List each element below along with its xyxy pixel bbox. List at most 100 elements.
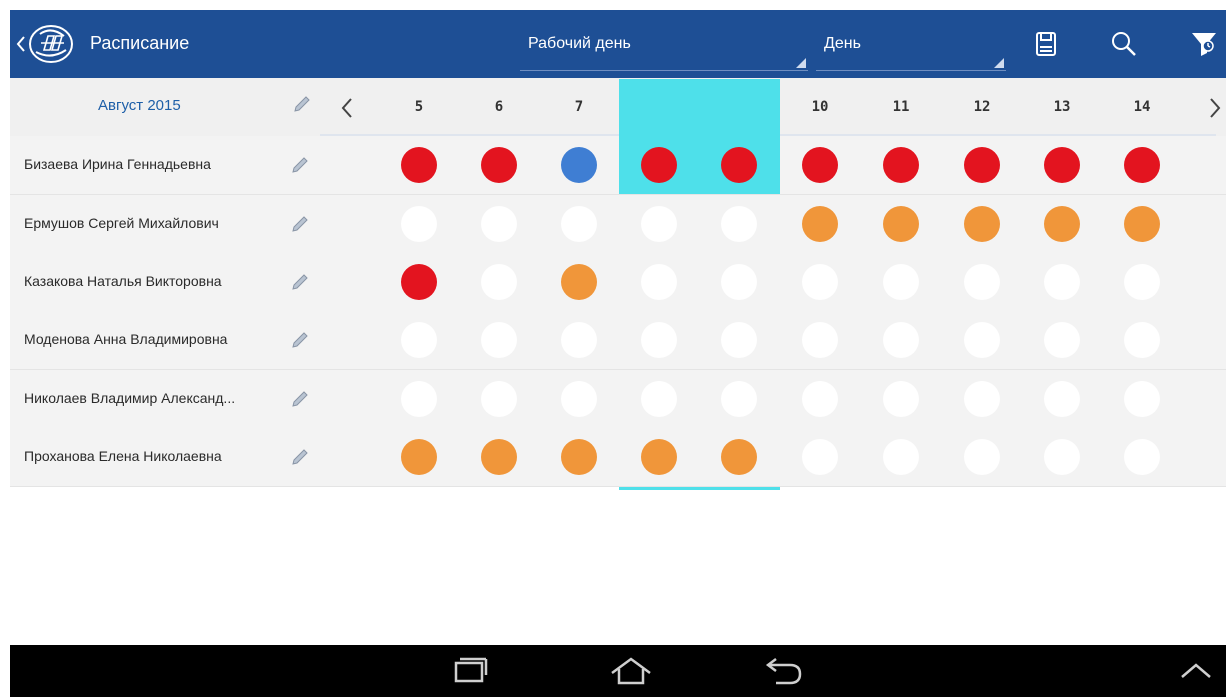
schedule-status-dot-white[interactable] xyxy=(1044,264,1080,300)
edit-employee-pencil-icon[interactable] xyxy=(290,214,310,234)
period-dropdown[interactable]: День xyxy=(816,28,1006,71)
schedule-status-dot-orange[interactable] xyxy=(401,439,437,475)
schedule-status-dot-white[interactable] xyxy=(1044,439,1080,475)
month-label: Август 2015 xyxy=(98,97,181,114)
schedule-status-dot-orange[interactable] xyxy=(802,206,838,242)
search-icon[interactable] xyxy=(1108,28,1140,60)
schedule-status-dot-orange[interactable] xyxy=(883,206,919,242)
schedule-status-dot-white[interactable] xyxy=(401,381,437,417)
prev-days-icon[interactable] xyxy=(340,96,354,120)
schedule-status-dot-red[interactable] xyxy=(401,147,437,183)
schedule-status-dot-white[interactable] xyxy=(1124,439,1160,475)
schedule-status-dot-white[interactable] xyxy=(1044,322,1080,358)
schedule-status-dot-white[interactable] xyxy=(964,322,1000,358)
schedule-status-dot-white[interactable] xyxy=(401,206,437,242)
schedule-status-dot-red[interactable] xyxy=(802,147,838,183)
day-header[interactable]: 10 xyxy=(800,99,840,115)
schedule-status-dot-orange[interactable] xyxy=(561,439,597,475)
edit-month-pencil-icon[interactable] xyxy=(292,94,312,114)
expand-up-icon[interactable] xyxy=(1176,659,1216,683)
day-header[interactable]: 5 xyxy=(399,99,439,115)
dropdown-corner-icon xyxy=(994,58,1004,68)
schedule-status-dot-white[interactable] xyxy=(641,322,677,358)
employee-name: Бизаева Ирина Геннадьевна xyxy=(24,156,211,172)
day-header[interactable]: 13 xyxy=(1042,99,1082,115)
dropdown-corner-icon xyxy=(796,58,806,68)
schedule-status-dot-white[interactable] xyxy=(964,439,1000,475)
schedule-status-dot-white[interactable] xyxy=(481,381,517,417)
schedule-status-dot-white[interactable] xyxy=(802,264,838,300)
schedule-status-dot-orange[interactable] xyxy=(481,439,517,475)
schedule-status-dot-red[interactable] xyxy=(641,147,677,183)
schedule-status-dot-white[interactable] xyxy=(721,381,757,417)
schedule-status-dot-white[interactable] xyxy=(883,381,919,417)
employee-name: Ермушов Сергей Михайлович xyxy=(24,215,219,231)
day-header[interactable]: 11 xyxy=(881,99,921,115)
edit-employee-pencil-icon[interactable] xyxy=(290,330,310,350)
day-header[interactable]: 6 xyxy=(479,99,519,115)
schedule-status-dot-white[interactable] xyxy=(561,381,597,417)
schedule-status-dot-white[interactable] xyxy=(802,322,838,358)
day-header[interactable]: 14 xyxy=(1122,99,1162,115)
edit-employee-pencil-icon[interactable] xyxy=(290,447,310,467)
schedule-status-dot-white[interactable] xyxy=(481,322,517,358)
filter-icon[interactable] xyxy=(1188,28,1220,60)
schedule-status-dot-white[interactable] xyxy=(561,322,597,358)
work-mode-dropdown[interactable]: Рабочий день xyxy=(520,28,808,71)
schedule-status-dot-white[interactable] xyxy=(641,206,677,242)
app-bar: Расписание Рабочий день День xyxy=(10,10,1226,78)
schedule-status-dot-white[interactable] xyxy=(964,381,1000,417)
day-header[interactable]: 7 xyxy=(559,99,599,115)
edit-employee-pencil-icon[interactable] xyxy=(290,389,310,409)
schedule-status-dot-red[interactable] xyxy=(401,264,437,300)
schedule-status-dot-white[interactable] xyxy=(802,381,838,417)
employee-name: Казакова Наталья Викторовна xyxy=(24,273,222,289)
schedule-status-dot-red[interactable] xyxy=(1044,147,1080,183)
employee-name: Проханова Елена Николаевна xyxy=(24,448,222,464)
schedule-status-dot-white[interactable] xyxy=(721,206,757,242)
schedule-status-dot-red[interactable] xyxy=(1124,147,1160,183)
save-icon[interactable] xyxy=(1030,28,1062,60)
schedule-status-dot-orange[interactable] xyxy=(561,264,597,300)
schedule-status-dot-white[interactable] xyxy=(1044,381,1080,417)
schedule-status-dot-white[interactable] xyxy=(721,264,757,300)
schedule-status-dot-white[interactable] xyxy=(883,264,919,300)
schedule-status-dot-white[interactable] xyxy=(1124,322,1160,358)
schedule-status-dot-red[interactable] xyxy=(721,147,757,183)
schedule-status-dot-white[interactable] xyxy=(883,322,919,358)
schedule-status-dot-red[interactable] xyxy=(883,147,919,183)
next-days-icon[interactable] xyxy=(1208,96,1222,120)
schedule-status-dot-white[interactable] xyxy=(481,206,517,242)
schedule-status-dot-blue[interactable] xyxy=(561,147,597,183)
back-icon[interactable] xyxy=(762,655,806,687)
schedule-status-dot-white[interactable] xyxy=(883,439,919,475)
schedule-status-dot-white[interactable] xyxy=(401,322,437,358)
schedule-status-dot-white[interactable] xyxy=(641,381,677,417)
edit-employee-pencil-icon[interactable] xyxy=(290,155,310,175)
app-logo-icon[interactable] xyxy=(26,22,76,66)
schedule-status-dot-orange[interactable] xyxy=(721,439,757,475)
schedule-status-dot-red[interactable] xyxy=(481,147,517,183)
work-mode-value: Рабочий день xyxy=(528,35,631,52)
system-navigation-bar xyxy=(10,645,1226,697)
schedule-status-dot-white[interactable] xyxy=(561,206,597,242)
schedule-status-dot-white[interactable] xyxy=(721,322,757,358)
schedule-status-dot-white[interactable] xyxy=(802,439,838,475)
schedule-status-dot-orange[interactable] xyxy=(964,206,1000,242)
schedule-status-dot-orange[interactable] xyxy=(641,439,677,475)
schedule-status-dot-white[interactable] xyxy=(1124,264,1160,300)
schedule-status-dot-red[interactable] xyxy=(964,147,1000,183)
schedule-status-dot-white[interactable] xyxy=(1124,381,1160,417)
schedule-status-dot-white[interactable] xyxy=(481,264,517,300)
edit-employee-pencil-icon[interactable] xyxy=(290,272,310,292)
recent-apps-icon[interactable] xyxy=(450,655,490,685)
employee-name: Николаев Владимир Александ... xyxy=(24,390,236,406)
home-icon[interactable] xyxy=(608,655,654,687)
app-title: Расписание xyxy=(90,33,190,53)
employee-name: Моденова Анна Владимировна xyxy=(24,331,228,347)
schedule-status-dot-white[interactable] xyxy=(641,264,677,300)
day-header[interactable]: 12 xyxy=(962,99,1002,115)
schedule-status-dot-white[interactable] xyxy=(964,264,1000,300)
schedule-status-dot-orange[interactable] xyxy=(1044,206,1080,242)
schedule-status-dot-orange[interactable] xyxy=(1124,206,1160,242)
